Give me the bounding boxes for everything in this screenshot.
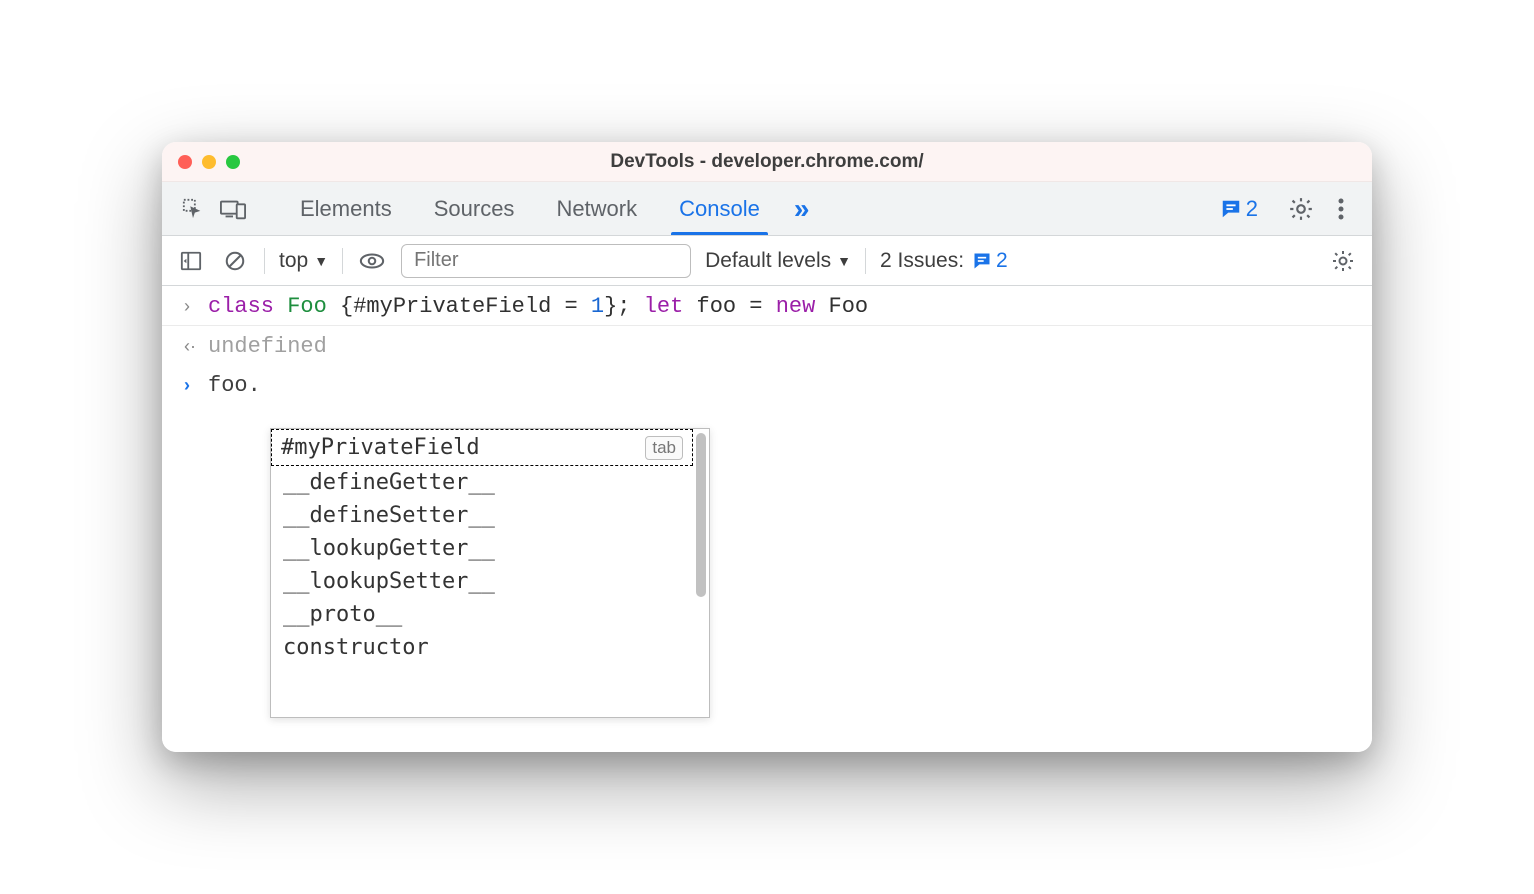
tab-network[interactable]: Network xyxy=(538,182,655,235)
chevron-left-icon: ‹· xyxy=(184,334,208,357)
context-label: top xyxy=(279,249,308,273)
autocomplete-item[interactable]: __lookupGetter__ xyxy=(271,532,693,565)
console-input-history[interactable]: › class Foo {#myPrivateField = 1}; let f… xyxy=(162,286,1372,326)
autocomplete-item-label: #myPrivateField xyxy=(281,435,480,460)
main-tabs: Elements Sources Network Console » 2 xyxy=(162,182,1372,236)
traffic-lights xyxy=(178,155,240,169)
log-levels-selector[interactable]: Default levels ▼ xyxy=(705,249,851,273)
autocomplete-item[interactable]: __lookupSetter__ xyxy=(271,565,693,598)
toggle-device-toolbar-icon[interactable] xyxy=(216,192,250,226)
autocomplete-item-label: __lookupGetter__ xyxy=(283,536,495,561)
dropdown-icon: ▼ xyxy=(314,253,328,269)
minimize-window-button[interactable] xyxy=(202,155,216,169)
console-result: ‹· undefined xyxy=(162,326,1372,365)
console-settings-icon[interactable] xyxy=(1328,246,1358,276)
issues-link[interactable]: 2 Issues: 2 xyxy=(880,249,1008,273)
result-value: undefined xyxy=(208,334,327,359)
issues-badge[interactable]: 2 xyxy=(1210,196,1268,222)
autocomplete-item-label: __lookupSetter__ xyxy=(283,569,495,594)
autocomplete-item[interactable]: #myPrivateField tab xyxy=(271,429,693,466)
context-selector[interactable]: top ▼ xyxy=(279,249,328,273)
console-body: › class Foo {#myPrivateField = 1}; let f… xyxy=(162,286,1372,752)
autocomplete-popup: #myPrivateField tab __defineGetter__ __defi… xyxy=(270,428,710,718)
autocomplete-list: #myPrivateField tab __defineGetter__ __defi… xyxy=(271,429,693,717)
settings-icon[interactable] xyxy=(1284,192,1318,226)
levels-label: Default levels xyxy=(705,249,831,273)
close-window-button[interactable] xyxy=(178,155,192,169)
toggle-sidebar-icon[interactable] xyxy=(176,246,206,276)
issues-label: 2 Issues: xyxy=(880,249,964,273)
inspect-element-icon[interactable] xyxy=(176,192,210,226)
devtools-window: DevTools - developer.chrome.com/ Element… xyxy=(162,142,1372,752)
more-options-icon[interactable] xyxy=(1324,192,1358,226)
autocomplete-item[interactable]: __proto__ xyxy=(271,598,693,631)
console-prompt[interactable]: › foo. xyxy=(162,365,1372,404)
window-title: DevTools - developer.chrome.com/ xyxy=(162,151,1372,173)
filter-input[interactable] xyxy=(401,244,691,278)
autocomplete-item[interactable]: __defineGetter__ xyxy=(271,466,693,499)
issues-count: 2 xyxy=(996,249,1008,273)
dropdown-icon: ▼ xyxy=(837,253,851,269)
clear-console-icon[interactable] xyxy=(220,246,250,276)
prompt-input-text: foo. xyxy=(208,373,261,398)
autocomplete-item[interactable]: __defineSetter__ xyxy=(271,499,693,532)
autocomplete-item-label: __defineGetter__ xyxy=(283,470,495,495)
autocomplete-item-label: __proto__ xyxy=(283,602,402,627)
chevron-right-icon: › xyxy=(184,373,208,396)
titlebar: DevTools - developer.chrome.com/ xyxy=(162,142,1372,182)
maximize-window-button[interactable] xyxy=(226,155,240,169)
chevron-right-icon: › xyxy=(184,294,208,317)
tab-hint: tab xyxy=(645,436,683,460)
autocomplete-item-label: __defineSetter__ xyxy=(283,503,495,528)
console-toolbar: top ▼ Default levels ▼ 2 Issues: 2 xyxy=(162,236,1372,286)
tab-elements[interactable]: Elements xyxy=(282,182,410,235)
more-tabs-button[interactable]: » xyxy=(784,193,820,225)
autocomplete-item-label: constructor xyxy=(283,635,429,660)
issues-badge-count: 2 xyxy=(1246,196,1258,222)
autocomplete-item[interactable]: constructor xyxy=(271,631,693,664)
live-expression-icon[interactable] xyxy=(357,246,387,276)
tab-sources[interactable]: Sources xyxy=(416,182,533,235)
autocomplete-scrollbar[interactable] xyxy=(693,429,709,717)
tab-console[interactable]: Console xyxy=(661,182,778,235)
code-line: class Foo {#myPrivateField = 1}; let foo… xyxy=(208,294,868,319)
